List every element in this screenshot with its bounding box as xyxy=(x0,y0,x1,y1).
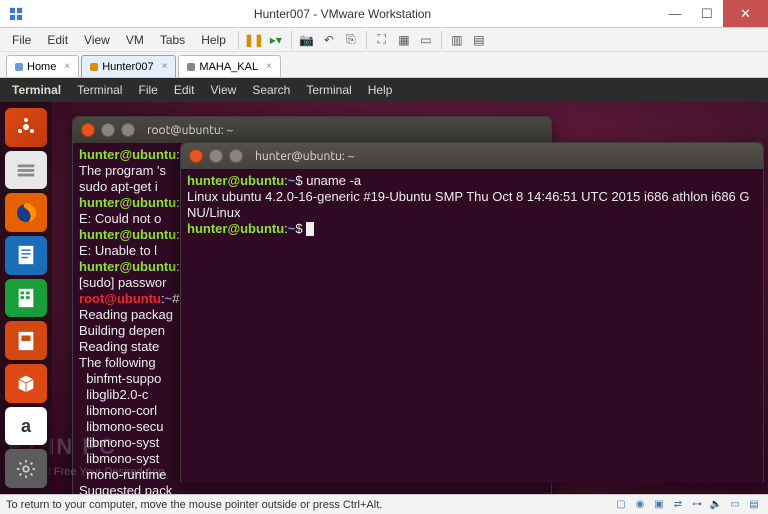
vmware-app-icon xyxy=(6,4,26,24)
unity-launcher: a xyxy=(0,102,52,494)
status-cd-icon[interactable]: ◉ xyxy=(632,498,648,512)
home-icon xyxy=(15,63,23,71)
menu-help[interactable]: Help xyxy=(193,31,234,49)
launcher-firefox-icon[interactable] xyxy=(5,193,47,232)
launcher-files-icon[interactable] xyxy=(5,151,47,190)
window-close-button[interactable]: ✕ xyxy=(723,0,768,27)
terminal-title: hunter@ubuntu: ~ xyxy=(255,150,354,163)
terminal-window-hunter[interactable]: hunter@ubuntu: ~ hunter@ubuntu:~$ uname … xyxy=(180,142,764,482)
tab-home[interactable]: Home × xyxy=(6,55,79,77)
status-printer-icon[interactable]: ▭ xyxy=(727,498,743,512)
launcher-writer-icon[interactable] xyxy=(5,236,47,275)
play-vm-button[interactable]: ▸▾ xyxy=(265,30,287,50)
launcher-settings-icon[interactable] xyxy=(5,449,47,488)
vmware-statusbar: To return to your computer, move the mou… xyxy=(0,494,768,514)
terminal-titlebar[interactable]: root@ubuntu: ~ xyxy=(73,117,551,143)
tab-label: Hunter007 xyxy=(102,61,153,73)
gnome-menu-help[interactable]: Help xyxy=(360,83,401,97)
vm-tab-icon xyxy=(90,63,98,71)
snapshot-manager-button[interactable]: ⎘ xyxy=(340,30,362,50)
gnome-app-name: Terminal xyxy=(4,83,69,97)
gnome-menu-view[interactable]: View xyxy=(203,83,245,97)
menu-vm[interactable]: VM xyxy=(118,31,152,49)
menu-tabs[interactable]: Tabs xyxy=(152,31,193,49)
terminal-titlebar[interactable]: hunter@ubuntu: ~ xyxy=(181,143,763,169)
launcher-software-icon[interactable] xyxy=(5,364,47,403)
vm-tab-icon xyxy=(187,63,195,71)
vm-viewport[interactable]: ET IN PC load Free Your Desired App Term… xyxy=(0,78,768,494)
menu-edit[interactable]: Edit xyxy=(39,31,76,49)
toolbar-separator xyxy=(291,31,292,49)
status-network-icon[interactable]: ⇄ xyxy=(670,498,686,512)
revert-button[interactable]: ↶ xyxy=(318,30,340,50)
statusbar-hint: To return to your computer, move the mou… xyxy=(6,499,382,511)
unity-button[interactable]: ▦ xyxy=(393,30,415,50)
vmware-menubar: File Edit View VM Tabs Help ❚❚ ▸▾ 📷 ↶ ⎘ … xyxy=(0,28,768,52)
window-minimize-button[interactable]: — xyxy=(659,0,691,27)
thumbnail-button[interactable]: ▥ xyxy=(446,30,468,50)
window-maximize-button[interactable]: ☐ xyxy=(691,0,723,27)
status-usb-icon[interactable]: ⊶ xyxy=(689,498,705,512)
window-title: Hunter007 - VMware Workstation xyxy=(26,7,659,21)
console-button[interactable]: ▭ xyxy=(415,30,437,50)
vmware-tabbar: Home × Hunter007 × MAHA_KAL × xyxy=(0,52,768,78)
tab-close-icon[interactable]: × xyxy=(64,61,70,72)
menu-view[interactable]: View xyxy=(76,31,118,49)
pause-vm-button[interactable]: ❚❚ xyxy=(243,30,265,50)
library-button[interactable]: ▤ xyxy=(468,30,490,50)
terminal-body[interactable]: hunter@ubuntu:~$ uname -a Linux ubuntu 4… xyxy=(181,169,763,483)
gnome-menu-edit[interactable]: Edit xyxy=(166,83,203,97)
gnome-menu-terminal2[interactable]: Terminal xyxy=(298,83,359,97)
terminal-maximize-icon[interactable] xyxy=(229,149,243,163)
tab-close-icon[interactable]: × xyxy=(162,61,168,72)
launcher-dash-icon[interactable] xyxy=(5,108,47,147)
gnome-menubar: Terminal Terminal File Edit View Search … xyxy=(0,78,768,102)
gnome-menu-file[interactable]: File xyxy=(130,83,165,97)
tab-label: Home xyxy=(27,61,56,73)
terminal-maximize-icon[interactable] xyxy=(121,123,135,137)
gnome-menu-search[interactable]: Search xyxy=(244,83,298,97)
toolbar-separator xyxy=(238,31,239,49)
window-controls: — ☐ ✕ xyxy=(659,0,768,27)
terminal-title: root@ubuntu: ~ xyxy=(147,124,233,137)
launcher-calc-icon[interactable] xyxy=(5,279,47,318)
launcher-impress-icon[interactable] xyxy=(5,321,47,360)
snapshot-button[interactable]: 📷 xyxy=(296,30,318,50)
toolbar-separator xyxy=(441,31,442,49)
status-floppy-icon[interactable]: ▣ xyxy=(651,498,667,512)
tab-label: MAHA_KAL xyxy=(199,61,258,73)
terminal-close-icon[interactable] xyxy=(81,123,95,137)
status-sound-icon[interactable]: 🔈 xyxy=(708,498,724,512)
menu-file[interactable]: File xyxy=(4,31,39,49)
terminal-minimize-icon[interactable] xyxy=(209,149,223,163)
status-hdd-icon[interactable]: ▢ xyxy=(613,498,629,512)
window-titlebar: Hunter007 - VMware Workstation — ☐ ✕ xyxy=(0,0,768,28)
fullscreen-button[interactable]: ⛶ xyxy=(371,30,393,50)
terminal-close-icon[interactable] xyxy=(189,149,203,163)
tab-hunter007[interactable]: Hunter007 × xyxy=(81,55,176,77)
status-message-icon[interactable]: ▤ xyxy=(746,498,762,512)
tab-close-icon[interactable]: × xyxy=(266,61,272,72)
launcher-amazon-icon[interactable]: a xyxy=(5,407,47,446)
tab-mahakal[interactable]: MAHA_KAL × xyxy=(178,55,281,77)
terminal-minimize-icon[interactable] xyxy=(101,123,115,137)
toolbar-separator xyxy=(366,31,367,49)
gnome-menu-terminal[interactable]: Terminal xyxy=(69,83,130,97)
